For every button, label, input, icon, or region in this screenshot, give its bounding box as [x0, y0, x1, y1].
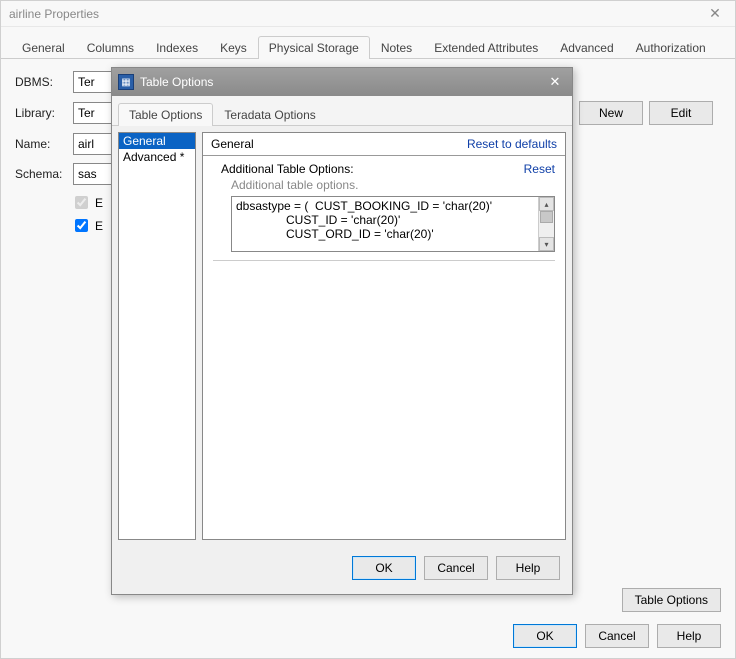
- checkbox-1-label: E: [95, 196, 103, 210]
- new-button[interactable]: New: [579, 101, 643, 125]
- library-value: Ter: [78, 106, 95, 120]
- additional-options-textbox[interactable]: dbsastype = ( CUST_BOOKING_ID = 'char(20…: [231, 196, 555, 252]
- modal-tab-table-options[interactable]: Table Options: [118, 103, 213, 126]
- option-hint: Additional table options.: [203, 178, 565, 196]
- cancel-button[interactable]: Cancel: [585, 624, 649, 648]
- modal-footer: OK Cancel Help: [112, 546, 572, 590]
- scroll-thumb[interactable]: [540, 211, 553, 223]
- tab-advanced[interactable]: Advanced: [549, 36, 624, 59]
- close-icon[interactable]: ✕: [703, 5, 727, 22]
- tab-indexes[interactable]: Indexes: [145, 36, 209, 59]
- modal-body: General Advanced * General Reset to defa…: [112, 126, 572, 546]
- modal-cancel-button[interactable]: Cancel: [424, 556, 488, 580]
- main-window: airline Properties ✕ General Columns Ind…: [0, 0, 736, 659]
- checkbox-2-label: E: [95, 219, 103, 233]
- option-label: Additional Table Options:: [221, 162, 354, 176]
- checkbox-1[interactable]: [75, 196, 88, 209]
- dbms-value: Ter: [78, 75, 95, 89]
- label-name: Name:: [15, 137, 67, 151]
- main-footer: OK Cancel Help: [513, 624, 721, 648]
- settings-panel: General Reset to defaults Additional Tab…: [202, 132, 566, 540]
- tab-general[interactable]: General: [11, 36, 76, 59]
- table-options-button-row: Table Options: [622, 588, 721, 612]
- reset-defaults-link[interactable]: Reset to defaults: [467, 137, 557, 151]
- reset-link[interactable]: Reset: [524, 162, 555, 176]
- scroll-up-icon[interactable]: ▴: [539, 197, 554, 211]
- table-options-button[interactable]: Table Options: [622, 588, 721, 612]
- edit-button[interactable]: Edit: [649, 101, 713, 125]
- label-schema: Schema:: [15, 167, 67, 181]
- tab-extended-attributes[interactable]: Extended Attributes: [423, 36, 549, 59]
- modal-ok-button[interactable]: OK: [352, 556, 416, 580]
- tab-columns[interactable]: Columns: [76, 36, 145, 59]
- divider: [213, 260, 555, 261]
- table-icon: ▦: [118, 74, 134, 90]
- ok-button[interactable]: OK: [513, 624, 577, 648]
- modal-help-button[interactable]: Help: [496, 556, 560, 580]
- table-options-dialog: ▦ Table Options ✕ Table Options Teradata…: [111, 67, 573, 595]
- modal-tab-teradata-options[interactable]: Teradata Options: [213, 103, 326, 126]
- checkbox-2[interactable]: [75, 219, 88, 232]
- modal-titlebar: ▦ Table Options ✕: [112, 68, 572, 96]
- category-list[interactable]: General Advanced *: [118, 132, 196, 540]
- scroll-down-icon[interactable]: ▾: [539, 237, 554, 251]
- section-header: General Reset to defaults: [203, 133, 565, 156]
- list-item-general[interactable]: General: [119, 133, 195, 149]
- tab-notes[interactable]: Notes: [370, 36, 423, 59]
- modal-close-icon[interactable]: ✕: [544, 74, 566, 90]
- label-library: Library:: [15, 106, 67, 120]
- label-dbms: DBMS:: [15, 75, 67, 89]
- tab-physical-storage[interactable]: Physical Storage: [258, 36, 370, 59]
- option-row: Additional Table Options: Reset: [203, 156, 565, 178]
- textbox-content: dbsastype = ( CUST_BOOKING_ID = 'char(20…: [232, 197, 554, 243]
- textbox-scrollbar[interactable]: ▴ ▾: [538, 197, 554, 251]
- list-item-advanced[interactable]: Advanced *: [119, 149, 195, 165]
- modal-title: Table Options: [140, 75, 213, 89]
- section-title: General: [211, 137, 254, 151]
- window-title: airline Properties: [9, 7, 99, 21]
- main-tabstrip: General Columns Indexes Keys Physical St…: [1, 27, 735, 59]
- help-button[interactable]: Help: [657, 624, 721, 648]
- modal-tabstrip: Table Options Teradata Options: [112, 96, 572, 126]
- tab-keys[interactable]: Keys: [209, 36, 258, 59]
- tab-authorization[interactable]: Authorization: [625, 36, 717, 59]
- titlebar: airline Properties ✕: [1, 1, 735, 27]
